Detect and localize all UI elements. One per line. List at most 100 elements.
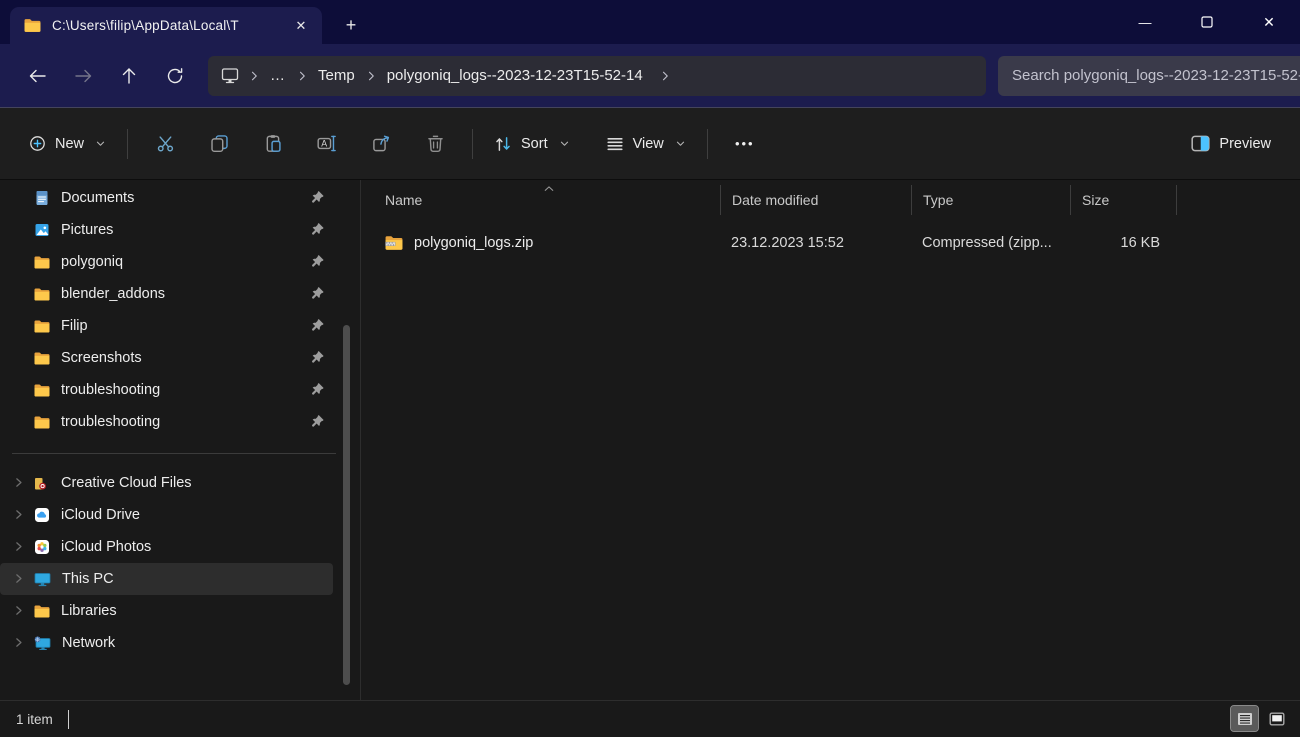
file-type: Compressed (zipp... (922, 235, 1052, 251)
navigation-pane: Documents Pictures polygoniq blender_add… (0, 180, 361, 700)
chevron-right-icon (248, 70, 260, 82)
pin-icon (311, 286, 325, 304)
preview-button-label: Preview (1219, 136, 1271, 152)
share-button[interactable] (359, 124, 403, 164)
details-view-toggle[interactable] (1231, 706, 1258, 731)
sidebar-divider (12, 453, 336, 454)
sidebar-item-label: This PC (62, 571, 114, 587)
sidebar-item-pictures[interactable]: Pictures (0, 214, 333, 246)
view-button[interactable]: View (595, 126, 697, 162)
icloud-photos-icon (34, 539, 50, 555)
chevron-right-icon[interactable] (12, 508, 25, 525)
sidebar-item-label: Screenshots (61, 350, 142, 366)
sidebar-item-creative-cloud-files[interactable]: Creative Cloud Files (0, 467, 333, 499)
sidebar-item-icloud-drive[interactable]: iCloud Drive (0, 499, 333, 531)
folder-icon (34, 383, 50, 398)
sort-button[interactable]: Sort (483, 126, 581, 162)
folder-icon (34, 415, 50, 430)
maximize-icon (1201, 16, 1213, 28)
sidebar-item-troubleshooting-1[interactable]: troubleshooting (0, 374, 333, 406)
paste-button[interactable] (251, 124, 295, 164)
file-row-polygoniq-logs-zip[interactable]: polygoniq_logs.zip 23.12.2023 15:52 Comp… (361, 226, 1300, 260)
up-button[interactable] (106, 56, 152, 96)
file-list-pane: Name Date modified Type Size polygoniq_l… (361, 180, 1300, 700)
sidebar-item-this-pc[interactable]: This PC (0, 563, 333, 595)
search-box (998, 56, 1300, 96)
rename-button[interactable]: A (305, 124, 349, 164)
sidebar-item-label: Libraries (61, 603, 117, 619)
breadcrumb-item-current[interactable]: polygoniq_logs--2023-12-23T15-52-14 (379, 63, 651, 88)
explorer-tab[interactable]: C:\Users\filip\AppData\Local\T ✕ (10, 7, 322, 44)
sidebar-item-label: iCloud Drive (61, 507, 140, 523)
sidebar-scrollbar[interactable] (343, 325, 350, 685)
chevron-right-icon[interactable] (12, 604, 25, 621)
close-button[interactable]: ✕ (1238, 0, 1300, 44)
breadcrumb-item-temp[interactable]: Temp (310, 63, 363, 88)
up-arrow-icon (121, 67, 137, 85)
sidebar-item-blender-addons[interactable]: blender_addons (0, 278, 333, 310)
see-more-button[interactable]: ••• (723, 124, 767, 164)
forward-button[interactable] (60, 56, 106, 96)
copy-button[interactable] (197, 124, 241, 164)
sidebar-item-polygoniq[interactable]: polygoniq (0, 246, 333, 278)
sidebar-item-filip[interactable]: Filip (0, 310, 333, 342)
pin-icon (311, 222, 325, 240)
sidebar-item-documents[interactable]: Documents (0, 182, 333, 214)
plus-circle-icon (29, 135, 46, 152)
maximize-button[interactable] (1176, 0, 1238, 44)
documents-icon (34, 190, 50, 206)
new-button[interactable]: New (18, 126, 117, 161)
scissors-icon (156, 134, 175, 153)
chevron-right-icon[interactable] (12, 572, 25, 589)
breadcrumb-overflow[interactable]: … (262, 63, 294, 88)
sidebar-item-label: Creative Cloud Files (61, 475, 192, 491)
large-icons-view-toggle[interactable] (1263, 706, 1290, 731)
back-button[interactable] (14, 56, 60, 96)
sidebar-item-label: troubleshooting (61, 382, 160, 398)
sidebar-item-label: Pictures (61, 222, 113, 238)
command-toolbar: New A Sort View (0, 108, 1300, 180)
pin-icon (311, 190, 325, 208)
pin-icon (311, 350, 325, 368)
item-count: 1 item (16, 712, 53, 727)
chevron-right-icon[interactable] (12, 476, 25, 493)
folder-icon (34, 319, 50, 334)
new-tab-button[interactable]: + (334, 8, 368, 42)
forward-arrow-icon (74, 68, 93, 84)
sidebar-item-label: Documents (61, 190, 134, 206)
sort-button-label: Sort (521, 136, 548, 152)
sidebar-item-label: blender_addons (61, 286, 165, 302)
chevron-right-icon (659, 70, 671, 82)
breadcrumb: … Temp polygoniq_logs--2023-12-23T15-52-… (208, 56, 986, 96)
search-input[interactable] (1012, 67, 1300, 84)
navigation-bar: … Temp polygoniq_logs--2023-12-23T15-52-… (0, 44, 1300, 108)
folder-icon (34, 351, 50, 366)
this-pc-icon (34, 572, 51, 587)
preview-button[interactable]: Preview (1180, 126, 1282, 161)
tab-title: C:\Users\filip\AppData\Local\T (52, 18, 277, 33)
column-header-size[interactable]: Size (1070, 185, 1177, 215)
sidebar-item-troubleshooting-2[interactable]: troubleshooting (0, 406, 333, 438)
delete-button[interactable] (413, 124, 457, 164)
column-header-date-modified[interactable]: Date modified (720, 185, 911, 215)
refresh-icon (166, 67, 184, 85)
column-header-label: Type (923, 192, 953, 208)
pin-icon (311, 414, 325, 432)
sidebar-item-network[interactable]: Network (0, 627, 333, 659)
column-header-label: Size (1082, 192, 1109, 208)
paste-icon (264, 134, 283, 153)
sidebar-item-icloud-photos[interactable]: iCloud Photos (0, 531, 333, 563)
cut-button[interactable] (143, 124, 187, 164)
tab-close-button[interactable]: ✕ (288, 13, 314, 39)
chevron-right-icon[interactable] (12, 540, 25, 557)
chevron-right-icon (365, 70, 377, 82)
refresh-button[interactable] (152, 56, 198, 96)
share-icon (372, 134, 391, 153)
sidebar-item-screenshots[interactable]: Screenshots (0, 342, 333, 374)
this-pc-crumb-icon[interactable] (220, 67, 240, 85)
chevron-right-icon[interactable] (12, 636, 25, 653)
column-header-name[interactable]: Name (361, 185, 720, 215)
sidebar-item-libraries[interactable]: Libraries (0, 595, 333, 627)
column-header-type[interactable]: Type (911, 185, 1070, 215)
minimize-button[interactable]: — (1114, 0, 1176, 44)
